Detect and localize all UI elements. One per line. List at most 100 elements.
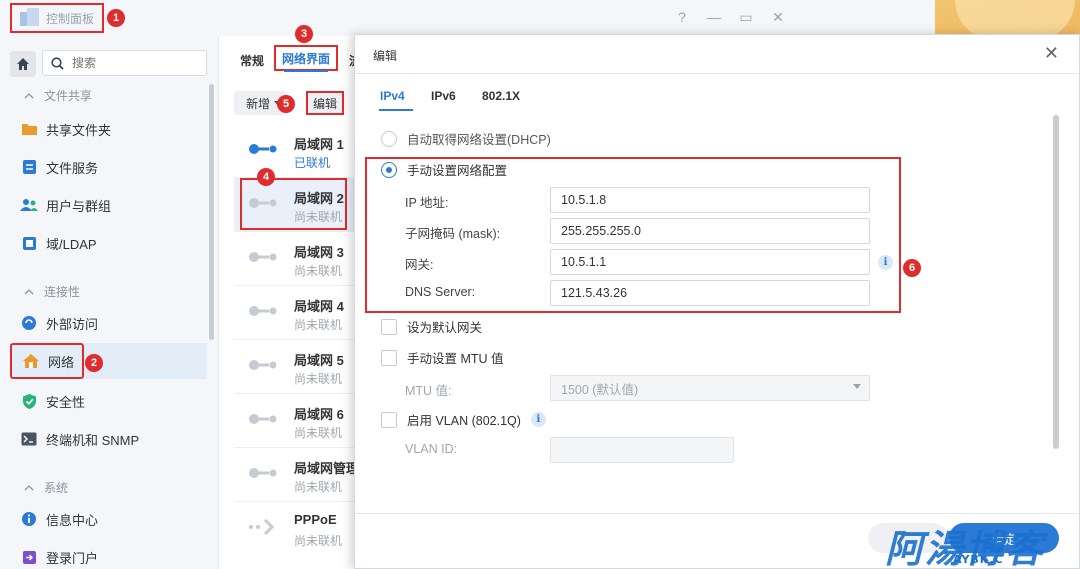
manual-radio[interactable] — [381, 161, 397, 178]
manual-option[interactable]: 手动设置网络配置 — [381, 160, 507, 179]
minimize-icon[interactable]: — — [707, 9, 721, 26]
tab-label: 网络界面 — [282, 51, 331, 66]
tab-network-interface[interactable]: 网络界面 — [274, 45, 339, 71]
vlan-id-label: VLAN ID: — [405, 442, 458, 456]
divider — [355, 513, 1079, 514]
interface-name: 局域网 3 — [294, 245, 344, 260]
sidebar-item-users[interactable]: 用户与群组 — [10, 187, 207, 223]
interface-status: 尚未联机 — [294, 426, 343, 440]
section-connectivity[interactable]: 连接性 — [24, 283, 80, 300]
sidebar-item-label: 登录门户 — [46, 550, 99, 566]
sidebar-item-security[interactable]: 安全性 — [10, 383, 207, 419]
annotation-badge: 3 — [295, 25, 313, 43]
network-interface-panel: 常规 网络界面 流 新增 编辑 局域网 1 已联机 局域网 2 尚未联机 局域网… — [219, 36, 359, 569]
home-button[interactable] — [10, 51, 36, 77]
vlan-option[interactable]: 启用 VLAN (802.1Q) i — [381, 410, 546, 429]
sidebar-item-label: 文件服务 — [46, 160, 99, 176]
interface-item[interactable]: 局域网 5 尚未联机 — [234, 340, 354, 394]
interface-item[interactable]: 局域网管理 尚未联机 — [234, 448, 359, 502]
pppoe-icon — [249, 518, 275, 536]
sidebar-item-network[interactable]: 网络 — [10, 343, 84, 379]
annotation-badge: 2 — [85, 354, 103, 372]
active-tab-indicator — [379, 109, 413, 111]
edit-button[interactable]: 编辑 — [306, 91, 344, 115]
tab-8021x[interactable]: 802.1X — [482, 89, 520, 103]
external-access-icon — [20, 314, 38, 332]
manual-mtu-option[interactable]: 手动设置 MTU 值 — [381, 348, 504, 367]
sidebar-item-shared-folder[interactable]: 共享文件夹 — [10, 111, 207, 147]
interface-status: 尚未联机 — [294, 480, 343, 494]
tab-general[interactable]: 常规 — [240, 52, 264, 69]
window-title: 控制面板 — [46, 11, 95, 26]
dns-label: DNS Server: — [405, 285, 476, 299]
vlan-checkbox[interactable] — [381, 411, 397, 428]
sidebar-item-ldap[interactable]: 域/LDAP — [10, 225, 207, 261]
file-service-icon — [20, 158, 38, 176]
tab-ipv4[interactable]: IPv4 — [380, 89, 405, 103]
help-icon[interactable]: ? — [675, 9, 689, 26]
manual-label: 手动设置网络配置 — [407, 164, 508, 178]
watermark-subtext: AYBK.C — [953, 553, 1004, 566]
info-icon[interactable]: i — [530, 412, 546, 427]
dhcp-label: 自动取得网络设置(DHCP) — [407, 133, 551, 147]
sidebar-item-external-access[interactable]: 外部访问 — [10, 305, 207, 341]
subnet-mask-field[interactable] — [550, 218, 870, 244]
sidebar-item-label: 外部访问 — [46, 316, 99, 332]
close-window-icon[interactable]: ✕ — [771, 9, 785, 26]
vlan-id-field[interactable] — [550, 437, 734, 463]
search-input[interactable] — [72, 56, 192, 70]
sidebar-item-terminal[interactable]: 终端机和 SNMP — [10, 421, 207, 457]
dhcp-option[interactable]: 自动取得网络设置(DHCP) — [381, 129, 551, 148]
sidebar-scrollbar[interactable] — [209, 84, 214, 340]
terminal-icon — [20, 430, 38, 448]
info-icon[interactable]: i — [878, 255, 893, 270]
lan-disconnected-icon — [249, 414, 277, 424]
sidebar-item-label: 用户与群组 — [46, 198, 112, 214]
tab-ipv6[interactable]: IPv6 — [431, 89, 456, 103]
interface-name: 局域网 6 — [294, 407, 344, 422]
manual-mtu-checkbox[interactable] — [381, 349, 397, 366]
lan-disconnected-icon — [249, 360, 277, 370]
interface-name: 局域网 1 — [294, 137, 344, 152]
gateway-field[interactable] — [550, 249, 870, 275]
edit-dialog: 编辑 ✕ IPv4 IPv6 802.1X 自动取得网络设置(DHCP) 手动设… — [354, 34, 1080, 569]
sidebar-item-file-service[interactable]: 文件服务 — [10, 149, 207, 185]
sidebar-item-label: 共享文件夹 — [46, 122, 112, 138]
section-file-sharing[interactable]: 文件共享 — [24, 87, 92, 104]
info-center-icon — [20, 510, 38, 528]
interface-name: 局域网 5 — [294, 353, 344, 368]
ip-address-field[interactable] — [550, 187, 870, 213]
default-gateway-checkbox[interactable] — [381, 318, 397, 335]
interface-status: 尚未联机 — [294, 372, 343, 386]
interface-item[interactable]: PPPoE 尚未联机 — [234, 502, 354, 556]
close-icon[interactable]: ✕ — [1044, 43, 1059, 64]
sidebar-item-login-portal[interactable]: 登录门户 — [10, 539, 207, 569]
chevron-up-icon — [24, 288, 34, 294]
annotation-badge: 6 — [903, 259, 921, 277]
vlan-label: 启用 VLAN (802.1Q) — [407, 414, 521, 428]
sidebar-item-info-center[interactable]: 信息中心 — [10, 501, 207, 537]
section-system[interactable]: 系统 — [24, 479, 68, 496]
shield-icon — [20, 392, 38, 410]
folder-icon — [20, 120, 38, 138]
dns-server-field[interactable] — [550, 280, 870, 306]
maximize-icon[interactable]: ▭ — [739, 9, 753, 26]
interface-item[interactable]: 局域网 1 已联机 — [234, 124, 354, 178]
control-panel-icon — [18, 7, 40, 29]
lan-disconnected-icon — [249, 468, 277, 478]
sidebar-item-label: 终端机和 SNMP — [46, 432, 140, 448]
interface-status: 尚未联机 — [294, 264, 343, 278]
domain-icon — [20, 234, 38, 252]
section-label: 连接性 — [44, 285, 81, 299]
dialog-scrollbar[interactable] — [1053, 115, 1059, 449]
chevron-up-icon — [24, 484, 34, 490]
interface-item[interactable]: 局域网 3 尚未联机 — [234, 232, 354, 286]
interface-item[interactable]: 局域网 4 尚未联机 — [234, 286, 354, 340]
dhcp-radio[interactable] — [381, 130, 397, 147]
interface-item[interactable]: 局域网 6 尚未联机 — [234, 394, 354, 448]
mtu-select[interactable] — [550, 375, 870, 401]
sidebar-item-label: 域/LDAP — [46, 236, 97, 252]
active-tab-indicator — [284, 70, 328, 72]
app-title: 控制面板 — [10, 3, 105, 33]
default-gateway-option[interactable]: 设为默认网关 — [381, 317, 482, 336]
